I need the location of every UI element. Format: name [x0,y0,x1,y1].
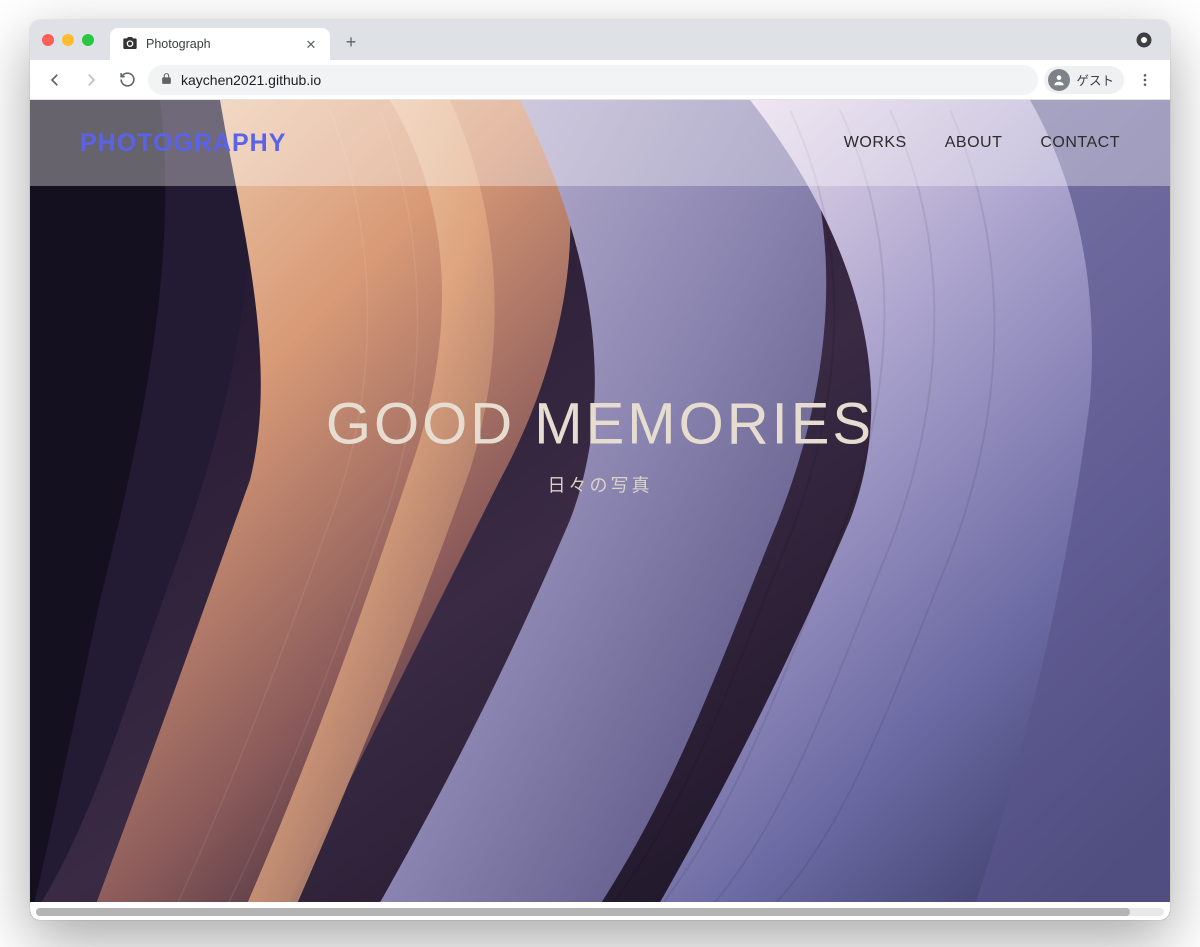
site-header: PHOTOGRAPHY WORKS ABOUT CONTACT [30,100,1170,186]
profile-label: ゲスト [1076,70,1114,89]
profile-button[interactable]: ゲスト [1044,66,1124,94]
close-tab-button[interactable]: ✕ [304,37,318,51]
hero-background-image [30,100,1170,920]
camera-icon [122,35,138,54]
new-tab-button[interactable]: + [338,29,364,55]
hero-text: GOOD MEMORIES 日々の写真 [326,391,874,498]
avatar-icon [1048,69,1070,91]
minimize-window-button[interactable] [62,34,74,46]
browser-toolbar: kaychen2021.github.io ゲスト [30,60,1170,100]
tab-strip: Photograph ✕ + [30,20,1170,60]
nav-contact[interactable]: CONTACT [1040,134,1120,152]
reload-button[interactable] [112,65,142,95]
site-nav: WORKS ABOUT CONTACT [844,134,1120,152]
maximize-window-button[interactable] [82,34,94,46]
lock-icon [160,72,173,88]
guest-badge-icon [1134,30,1154,50]
page-viewport: PHOTOGRAPHY WORKS ABOUT CONTACT GOOD MEM… [30,100,1170,920]
address-text: kaychen2021.github.io [181,72,321,88]
horizontal-scrollbar[interactable] [36,908,1164,916]
hero-subtitle: 日々の写真 [326,472,874,498]
browser-window: Photograph ✕ + kaychen2021.github.io [30,20,1170,920]
address-bar[interactable]: kaychen2021.github.io [148,65,1038,95]
close-window-button[interactable] [42,34,54,46]
nav-works[interactable]: WORKS [844,134,907,152]
back-button[interactable] [40,65,70,95]
nav-about[interactable]: ABOUT [945,134,1003,152]
forward-button[interactable] [76,65,106,95]
scrollbar-track-area [30,902,1170,920]
window-controls [42,34,94,46]
hero-title: GOOD MEMORIES [326,391,874,458]
tab-title: Photograph [146,37,211,51]
browser-tab[interactable]: Photograph ✕ [110,28,330,60]
horizontal-scrollbar-thumb[interactable] [36,908,1130,916]
site-brand[interactable]: PHOTOGRAPHY [80,129,286,158]
kebab-menu-button[interactable] [1130,65,1160,95]
